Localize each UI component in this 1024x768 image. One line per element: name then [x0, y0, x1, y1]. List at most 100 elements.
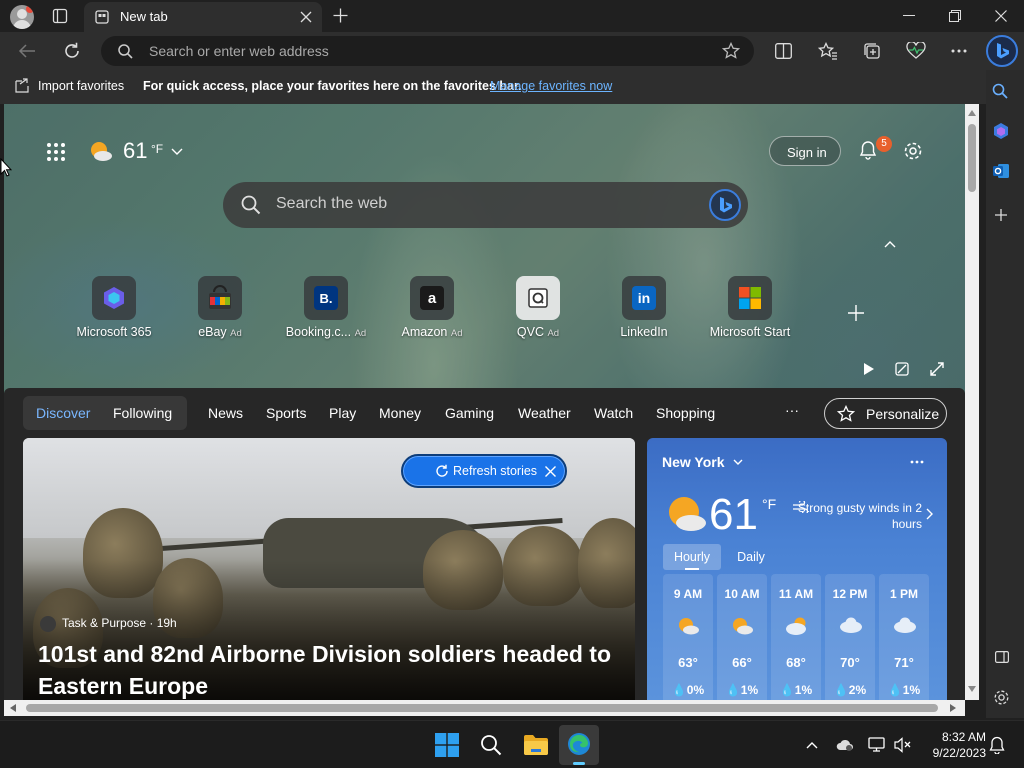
- image-info-icon[interactable]: [895, 362, 909, 376]
- play-video-icon[interactable]: [863, 362, 875, 376]
- bing-icon[interactable]: [709, 189, 741, 221]
- notifications-button[interactable]: 5: [858, 136, 892, 164]
- favorites-icon[interactable]: [818, 42, 838, 60]
- restore-button[interactable]: [949, 10, 961, 22]
- scroll-thumb[interactable]: [968, 124, 976, 192]
- sidebar-copilot-icon[interactable]: [992, 122, 1010, 140]
- vertical-scrollbar[interactable]: [965, 104, 979, 700]
- browser-essentials-icon[interactable]: [906, 42, 926, 60]
- chevron-right-icon[interactable]: [926, 508, 933, 520]
- new-tab-button[interactable]: [333, 8, 348, 23]
- split-screen-icon[interactable]: [775, 43, 792, 59]
- sidebar-search-icon[interactable]: [992, 83, 1008, 99]
- hourly-forecast-item[interactable]: 10 AM 66° 💧1%: [717, 574, 767, 700]
- personalize-button[interactable]: Personalize: [824, 398, 947, 429]
- weather-city[interactable]: New York: [662, 454, 725, 470]
- refresh-button[interactable]: [63, 42, 81, 60]
- hour-time: 11 AM: [778, 587, 814, 601]
- hour-temp: 70°: [840, 655, 860, 670]
- close-tab-icon[interactable]: [300, 11, 312, 23]
- collections-icon[interactable]: [863, 42, 881, 60]
- back-button[interactable]: [18, 43, 36, 59]
- manage-favorites-link[interactable]: Manage favorites now: [490, 79, 612, 93]
- weather-widget[interactable]: 61 °F: [89, 138, 189, 168]
- close-refresh-icon[interactable]: [545, 466, 556, 477]
- windows-start-icon[interactable]: [435, 733, 459, 757]
- minimize-button[interactable]: [903, 15, 915, 16]
- hour-temp: 63°: [678, 655, 698, 670]
- close-window-button[interactable]: [995, 10, 1007, 22]
- quick-link-linkedin[interactable]: in LinkedIn: [591, 274, 697, 344]
- tab-new-tab[interactable]: New tab: [84, 2, 322, 32]
- sign-in-button[interactable]: Sign in: [769, 136, 841, 166]
- add-quick-link-button[interactable]: [848, 305, 864, 321]
- profile-avatar[interactable]: [10, 5, 34, 29]
- tab-actions-icon[interactable]: [52, 8, 68, 24]
- nav-watch[interactable]: Watch: [594, 405, 633, 421]
- tab-following[interactable]: Following: [103, 396, 187, 430]
- nav-news[interactable]: News: [208, 405, 243, 421]
- quick-link-microsoft-365[interactable]: Microsoft 365: [61, 274, 167, 344]
- sidebar-outlook-icon[interactable]: [992, 162, 1010, 180]
- hour-time: 12 PM: [832, 587, 868, 601]
- tab-hourly[interactable]: Hourly: [663, 544, 721, 570]
- address-bar[interactable]: Search or enter web address: [101, 36, 754, 66]
- quick-link-ebay[interactable]: eBay Ad: [167, 274, 273, 344]
- file-explorer-icon[interactable]: [523, 734, 549, 756]
- scroll-left-arrow[interactable]: [10, 704, 16, 712]
- network-icon[interactable]: [868, 737, 886, 753]
- hourly-forecast-item[interactable]: 9 AM 63° 💧0%: [663, 574, 713, 700]
- app-launcher-icon[interactable]: [46, 142, 66, 162]
- page-settings-icon[interactable]: [903, 141, 923, 161]
- show-hidden-icons-chevron[interactable]: [806, 741, 818, 749]
- nav-shopping[interactable]: Shopping: [656, 405, 715, 421]
- sidebar-settings-icon[interactable]: [993, 689, 1010, 706]
- tab-discover[interactable]: Discover: [23, 396, 103, 430]
- collapse-chevron-icon[interactable]: [884, 240, 896, 248]
- story-headline[interactable]: 101st and 82nd Airborne Division soldier…: [38, 638, 628, 700]
- horizontal-scrollbar[interactable]: [4, 700, 965, 716]
- weather-more-icon[interactable]: [910, 460, 924, 464]
- hourly-forecast-item[interactable]: 12 PM 70° 💧2%: [825, 574, 875, 700]
- onedrive-icon[interactable]: [836, 738, 854, 752]
- news-feed: Discover Following News Sports Play Mone…: [4, 388, 965, 700]
- weather-alert[interactable]: Strong gusty winds in 2 hours: [797, 500, 922, 532]
- weather-card[interactable]: New York 61 °F Strong gusty winds in 2 h…: [647, 438, 947, 700]
- bing-copilot-icon[interactable]: [986, 35, 1018, 67]
- city-chevron-icon[interactable]: [733, 459, 743, 466]
- favorite-star-icon[interactable]: [722, 42, 740, 60]
- hour-time: 9 AM: [673, 587, 703, 601]
- web-search-box[interactable]: Search the web: [223, 182, 748, 228]
- nav-gaming[interactable]: Gaming: [445, 405, 494, 421]
- settings-more-icon[interactable]: [951, 49, 967, 53]
- system-clock[interactable]: 8:32 AM 9/22/2023: [916, 729, 986, 761]
- quick-link-booking[interactable]: B. Booking.c... Ad: [273, 274, 379, 344]
- expand-icon[interactable]: [930, 362, 944, 376]
- quick-link-qvc[interactable]: QVC Ad: [485, 274, 591, 344]
- nav-play[interactable]: Play: [329, 405, 356, 421]
- notification-center-icon[interactable]: [989, 736, 1005, 754]
- scroll-h-thumb[interactable]: [26, 704, 938, 712]
- hourly-forecast-item[interactable]: 11 AM 68° 💧1%: [771, 574, 821, 700]
- more-options-button[interactable]: ···: [785, 402, 799, 418]
- tab-daily[interactable]: Daily: [727, 544, 775, 570]
- sidebar-add-icon[interactable]: [995, 209, 1007, 221]
- nav-sports[interactable]: Sports: [266, 405, 306, 421]
- quick-link-amazon[interactable]: a Amazon Ad: [379, 274, 485, 344]
- scroll-right-arrow[interactable]: [950, 704, 956, 712]
- hour-precip: 💧1%: [779, 683, 813, 697]
- refresh-stories-button[interactable]: Refresh stories: [401, 454, 567, 488]
- edge-taskbar-button[interactable]: [559, 725, 599, 765]
- quick-link-microsoft-start[interactable]: Microsoft Start: [697, 274, 803, 344]
- nav-money[interactable]: Money: [379, 405, 421, 421]
- header-weather-unit: °F: [151, 142, 164, 156]
- nav-weather[interactable]: Weather: [518, 405, 571, 421]
- scroll-down-arrow[interactable]: [968, 686, 976, 692]
- import-favorites-button[interactable]: Import favorites: [38, 79, 124, 93]
- taskbar-search-icon[interactable]: [480, 734, 502, 756]
- volume-muted-icon[interactable]: [894, 737, 912, 753]
- hour-precip-value: 1%: [740, 683, 759, 697]
- hide-sidebar-icon[interactable]: [995, 651, 1009, 663]
- hourly-forecast-item[interactable]: 1 PM 71° 💧1%: [879, 574, 929, 700]
- scroll-up-arrow[interactable]: [968, 110, 976, 116]
